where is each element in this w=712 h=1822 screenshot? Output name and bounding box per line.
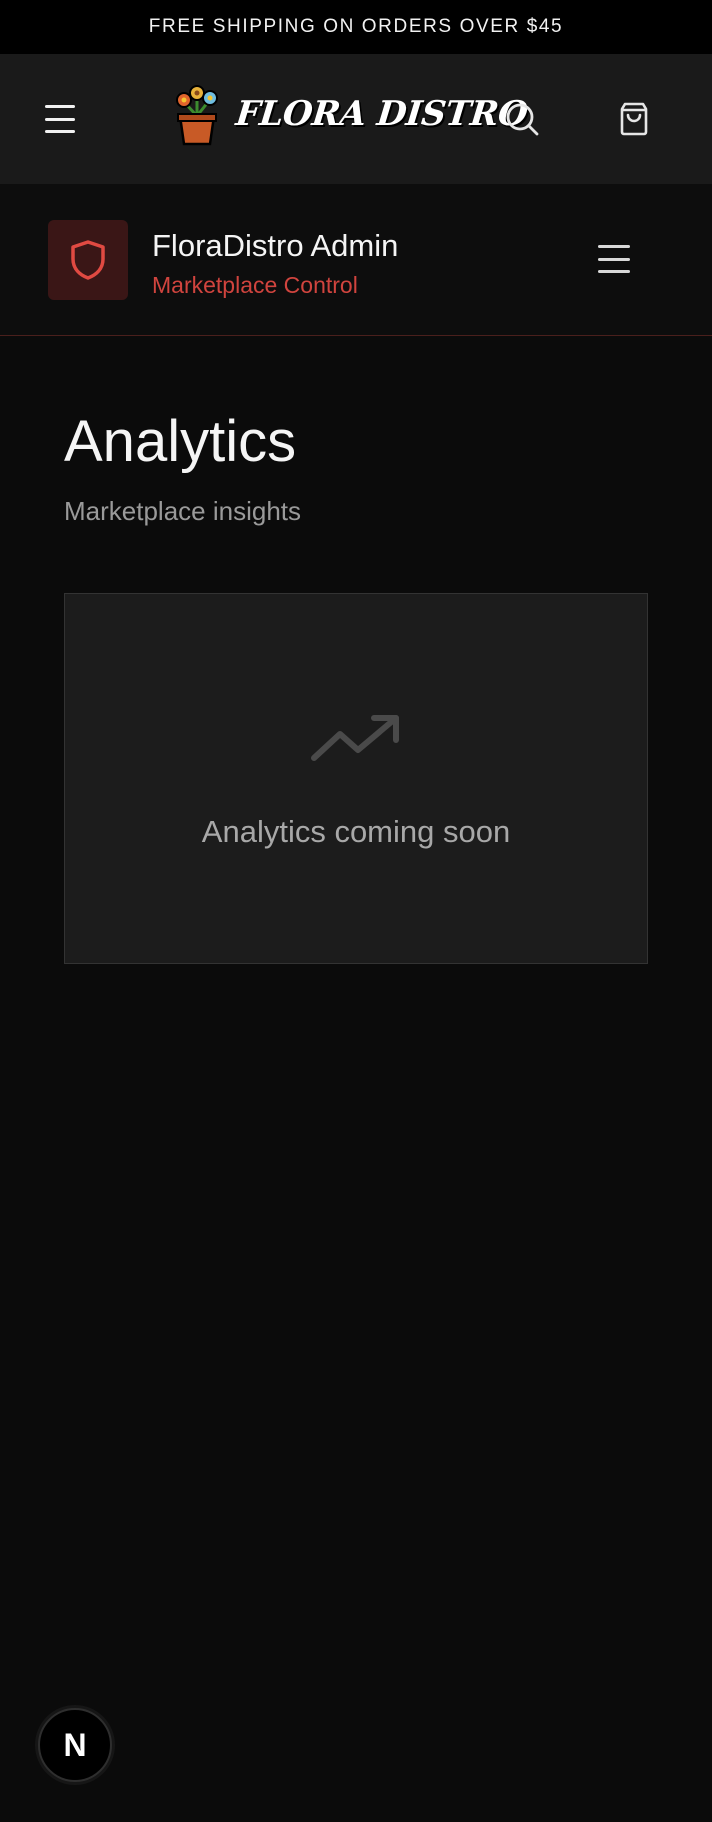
- admin-badge: [48, 220, 128, 300]
- analytics-placeholder-card: Analytics coming soon: [64, 593, 648, 964]
- dev-tools-button[interactable]: N: [38, 1708, 112, 1782]
- site-logo[interactable]: FLORA DISTRO: [172, 82, 530, 146]
- announcement-bar: FREE SHIPPING ON ORDERS OVER $45: [0, 0, 712, 54]
- admin-title: FloraDistro Admin: [152, 228, 399, 263]
- site-header: FLORA DISTRO: [0, 54, 712, 184]
- page-title: Analytics: [64, 409, 297, 474]
- shield-icon: [71, 240, 105, 280]
- trending-up-icon: [311, 715, 399, 761]
- page-subtitle: Marketplace insights: [64, 496, 301, 526]
- admin-menu-icon[interactable]: [596, 243, 632, 275]
- dev-badge-label: N: [63, 1726, 87, 1763]
- shopping-bag-icon[interactable]: [616, 101, 652, 137]
- admin-subtitle: Marketplace Control: [152, 272, 358, 298]
- search-icon[interactable]: [504, 101, 540, 137]
- logo-text: FLORA DISTRO: [233, 94, 530, 134]
- menu-icon[interactable]: [42, 102, 78, 136]
- flower-pot-icon: [176, 85, 218, 146]
- placeholder-text: Analytics coming soon: [201, 814, 511, 849]
- announcement-text: FREE SHIPPING ON ORDERS OVER $45: [148, 16, 564, 37]
